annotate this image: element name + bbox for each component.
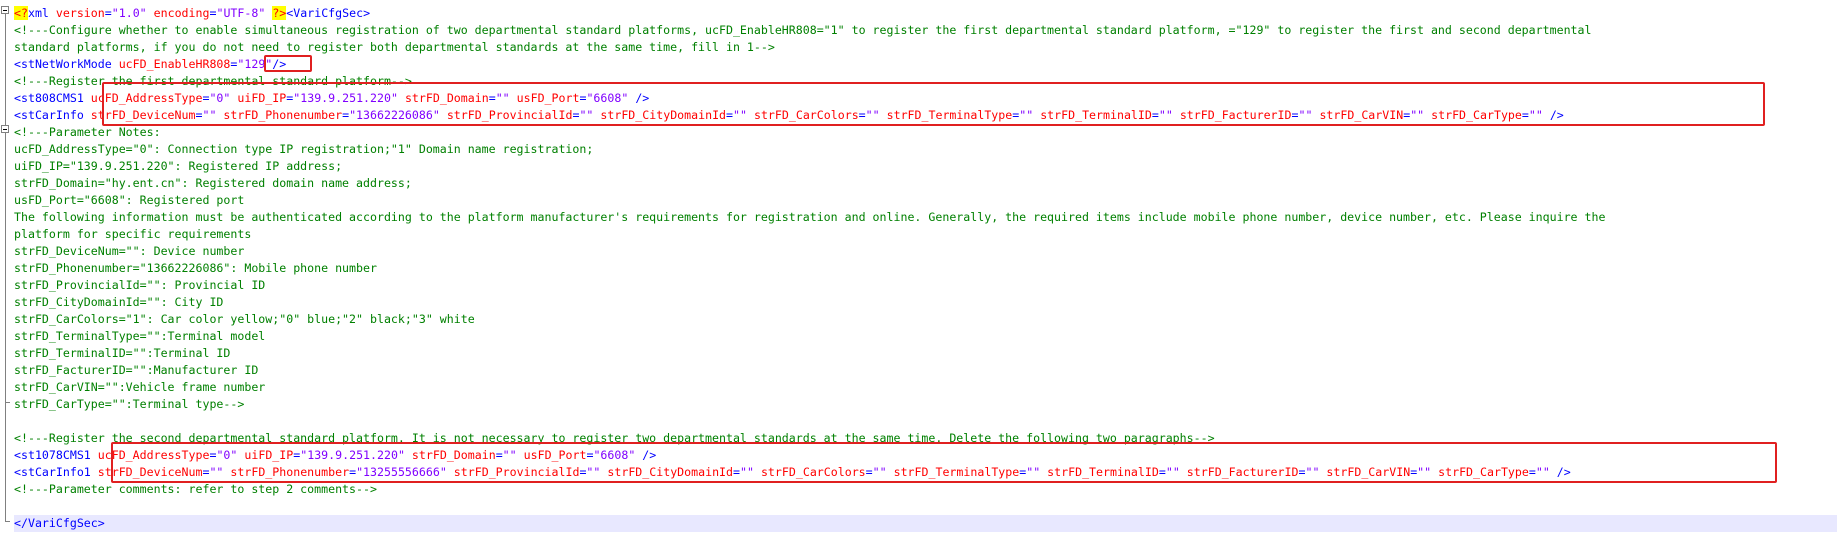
comment-text: strFD_ProvincialId="": Provincial ID [14, 278, 266, 292]
comment-text: strFD_DeviceNum="": Device number [14, 244, 245, 258]
fold-end-main [5, 521, 10, 522]
comment-text: strFD_CityDomainId="": City ID [14, 295, 224, 309]
highlight-box-enable-value [264, 55, 312, 72]
code-line[interactable] [14, 498, 1837, 515]
code-line[interactable]: uiFD_IP="139.9.251.220": Registered IP a… [14, 158, 1837, 175]
comment-text: strFD_CarType="":Terminal type--> [14, 397, 245, 411]
fold-end-parameter-notes [5, 402, 10, 403]
tag-open: <st1078CMS1 [14, 448, 98, 462]
code-line[interactable]: strFD_Phonenumber="13662226086": Mobile … [14, 260, 1837, 277]
highlight-box-first-platform [102, 82, 1765, 126]
code-line[interactable]: strFD_CarType="":Terminal type--> [14, 396, 1837, 413]
root-tag-close: </VariCfgSec> [14, 516, 105, 530]
code-line[interactable]: ucFD_AddressType="0": Connection type IP… [14, 141, 1837, 158]
pi-close-token: ?> [272, 6, 287, 20]
code-line[interactable]: strFD_CityDomainId="": City ID [14, 294, 1837, 311]
comment-text: <!---Parameter comments: refer to step 2… [14, 482, 377, 496]
fold-gutter [0, 0, 12, 545]
code-line[interactable]: strFD_FacturerID="":Manufacturer ID [14, 362, 1837, 379]
comment-text: strFD_Phonenumber="13662226086": Mobile … [14, 261, 377, 275]
tag-open: <stCarInfo [14, 108, 91, 122]
code-line[interactable]: strFD_Domain="hy.ent.cn": Registered dom… [14, 175, 1837, 192]
code-line[interactable]: <!---Configure whether to enable simulta… [14, 22, 1837, 39]
fold-toggle-vari-cfg-sec[interactable] [1, 6, 9, 14]
comment-text: ucFD_AddressType="0": Connection type IP… [14, 142, 594, 156]
comment-text: usFD_Port="6608": Registered port [14, 193, 245, 207]
fold-toggle-parameter-notes[interactable] [1, 125, 9, 133]
comment-text: standard platforms, if you do not need t… [14, 40, 775, 54]
code-line[interactable]: strFD_CarVIN="":Vehicle frame number [14, 379, 1837, 396]
comment-text: strFD_CarVIN="":Vehicle frame number [14, 380, 266, 394]
tag-open: <st808CMS1 [14, 91, 91, 105]
code-line[interactable]: strFD_TerminalType="":Terminal model [14, 328, 1837, 345]
comment-text: <!---Configure whether to enable simulta… [14, 23, 1592, 37]
tag-open: <stNetWorkMode [14, 57, 119, 71]
attribute-name: version [55, 6, 105, 20]
comment-text: platform for specific requirements [14, 227, 252, 241]
code-line[interactable]: <?xml version="1.0" encoding="UTF-8" ?><… [14, 5, 1837, 22]
code-line[interactable]: <!---Parameter comments: refer to step 2… [14, 481, 1837, 498]
pi-open-token: <? [14, 6, 28, 20]
highlight-box-second-platform [111, 442, 1777, 483]
comment-text: <!---Parameter Notes: [14, 125, 161, 139]
root-tag-open: <VariCfgSec> [286, 6, 371, 20]
code-line[interactable]: </VariCfgSec> [14, 515, 1837, 532]
code-line[interactable] [14, 413, 1837, 430]
attribute-name: encoding [153, 6, 210, 20]
comment-text: strFD_TerminalID="":Terminal ID [14, 346, 231, 360]
code-line[interactable]: standard platforms, if you do not need t… [14, 39, 1837, 56]
attribute-value: "UTF-8" [216, 6, 266, 20]
code-line[interactable]: strFD_TerminalID="":Terminal ID [14, 345, 1837, 362]
comment-text: strFD_TerminalType="":Terminal model [14, 329, 266, 343]
code-line[interactable]: platform for specific requirements [14, 226, 1837, 243]
code-line[interactable]: strFD_DeviceNum="": Device number [14, 243, 1837, 260]
pi-name-token: xml [27, 6, 56, 20]
code-line[interactable]: The following information must be authen… [14, 209, 1837, 226]
attribute-name: ucFD_EnableHR808 [118, 57, 231, 71]
comment-text: The following information must be authen… [14, 210, 1606, 224]
xml-editor[interactable]: <?xml version="1.0" encoding="UTF-8" ?><… [0, 0, 1837, 545]
code-line[interactable]: strFD_ProvincialId="": Provincial ID [14, 277, 1837, 294]
code-line[interactable]: strFD_CarColors="1": Car color yellow;"0… [14, 311, 1837, 328]
tag-open: <stCarInfo1 [14, 465, 98, 479]
comment-text: strFD_Domain="hy.ent.cn": Registered dom… [14, 176, 412, 190]
comment-text: strFD_CarColors="1": Car color yellow;"0… [14, 312, 475, 326]
attribute-value: "1.0" [111, 6, 147, 20]
fold-line-main [5, 14, 6, 522]
code-line[interactable]: usFD_Port="6608": Registered port [14, 192, 1837, 209]
code-line[interactable]: <!---Parameter Notes: [14, 124, 1837, 141]
comment-text: strFD_FacturerID="":Manufacturer ID [14, 363, 259, 377]
comment-text: uiFD_IP="139.9.251.220": Registered IP a… [14, 159, 343, 173]
equals-token: = [104, 6, 112, 20]
